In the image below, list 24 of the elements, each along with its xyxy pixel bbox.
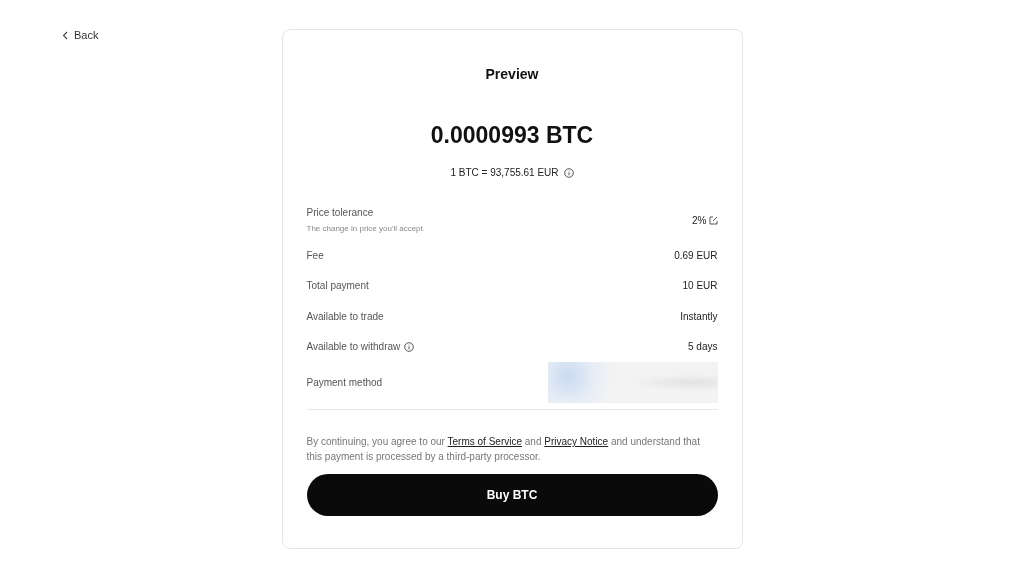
row-label: Available to withdraw	[306, 341, 401, 353]
row-value: 5 days	[688, 341, 718, 353]
terms-link[interactable]: Terms of Service	[447, 436, 522, 447]
crypto-amount: 0.0000993 BTC	[429, 122, 595, 149]
exchange-rate: 1 BTC = 93,755.61 EUR	[450, 167, 559, 178]
row-label: Price tolerance	[306, 207, 374, 218]
row-value: 2%	[692, 214, 707, 226]
row-value: 0.69 EUR	[674, 249, 718, 261]
edit-icon[interactable]	[708, 215, 718, 225]
row-label: Available to trade	[306, 310, 384, 322]
row-hint: The change in price you'll accept.	[306, 224, 425, 233]
card-title: Preview	[484, 66, 540, 82]
row-label: Fee	[306, 249, 324, 261]
row-label: Total payment	[306, 280, 369, 292]
back-link[interactable]: Back	[62, 29, 99, 41]
info-icon[interactable]	[404, 341, 415, 352]
chevron-left-icon	[62, 30, 68, 40]
privacy-link[interactable]: Privacy Notice	[544, 436, 609, 447]
terms-text: By continuing, you agree to our Terms of Service and Privacy Notice and understand that this payment is processed by a third-party processor.	[306, 435, 701, 464]
buy-button[interactable]: Buy BTC	[306, 474, 718, 516]
row-label: Payment method	[306, 377, 383, 388]
info-icon[interactable]	[563, 167, 574, 178]
row-value: Instantly	[680, 310, 718, 322]
row-value: 10 EUR	[682, 280, 718, 292]
